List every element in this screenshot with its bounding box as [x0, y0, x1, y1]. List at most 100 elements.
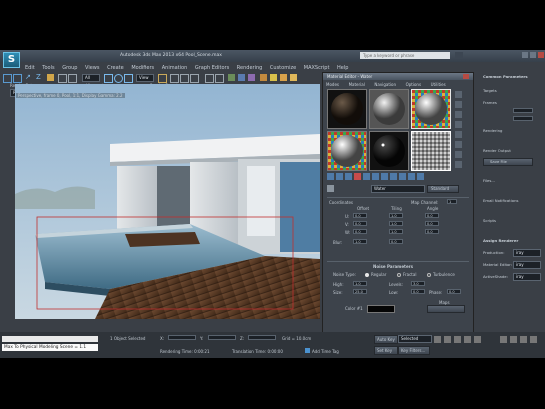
close-icon[interactable]	[538, 52, 544, 58]
curve-editor-icon[interactable]	[238, 74, 245, 81]
tiling-v-spinner[interactable]: 1.0	[389, 221, 403, 226]
phase-spinner[interactable]: 0.0	[447, 289, 461, 294]
maxscript-listener-top[interactable]	[2, 336, 98, 342]
bind-spacewarp-icon[interactable]	[47, 74, 54, 81]
high-spinner[interactable]: 1.0	[353, 281, 367, 286]
angle-v-spinner[interactable]: 0.0	[425, 221, 439, 226]
coordinates-header[interactable]: Coordinates	[329, 200, 353, 205]
material-slot-6-noise[interactable]	[411, 131, 451, 171]
make-preview-icon[interactable]	[455, 141, 462, 148]
menu-customize[interactable]: Customize	[270, 64, 296, 72]
low-spinner[interactable]: 0.0	[411, 289, 425, 294]
z-coordinate-field[interactable]	[248, 335, 276, 340]
size-spinner[interactable]: 25.0	[353, 289, 367, 294]
material-slot-4[interactable]	[327, 131, 367, 171]
close-icon[interactable]	[463, 74, 469, 79]
mated-menu-modes[interactable]: Modes	[326, 82, 339, 87]
selection-filter-dropdown[interactable]: All	[82, 74, 100, 82]
menu-modifiers[interactable]: Modifiers	[131, 64, 154, 72]
background-icon[interactable]	[455, 111, 462, 118]
x-coordinate-field[interactable]	[168, 335, 196, 340]
material-editor-icon[interactable]	[260, 74, 267, 81]
show-map-icon[interactable]	[390, 173, 397, 180]
set-key-button[interactable]: Set Key	[374, 346, 398, 355]
offset-w-spinner[interactable]: 0.0	[353, 229, 367, 234]
search-icon[interactable]	[455, 52, 463, 59]
zoom-icon[interactable]	[500, 336, 507, 343]
panel-item-assign-renderer[interactable]: Assign Renderer	[483, 238, 518, 243]
panel-item-render-output[interactable]: Render Output	[483, 148, 511, 153]
angle-u-spinner[interactable]: 0.0	[425, 213, 439, 218]
minimize-button[interactable]	[522, 52, 528, 58]
menu-maxscript[interactable]: MAXScript	[304, 64, 330, 72]
app-logo[interactable]: S	[3, 52, 20, 68]
panel-item-targets[interactable]: Targets	[483, 88, 497, 93]
material-editor-title[interactable]: Material Editor - Water	[323, 73, 473, 80]
menu-rendering[interactable]: Rendering	[237, 64, 263, 72]
menu-edit[interactable]: Edit	[25, 64, 35, 72]
y-coordinate-field[interactable]	[208, 335, 236, 340]
make-unique-icon[interactable]	[363, 173, 370, 180]
zoom-all-icon[interactable]	[510, 336, 517, 343]
map-channel-spinner[interactable]: 1	[447, 199, 457, 204]
put-material-icon[interactable]	[336, 173, 343, 180]
selected-dropdown[interactable]: Selected	[398, 335, 432, 343]
go-to-parent-icon[interactable]	[408, 173, 415, 180]
mated-menu-navigation[interactable]: Navigation	[374, 82, 396, 87]
uv-tiling-icon[interactable]	[455, 121, 462, 128]
layer-manager-icon[interactable]	[228, 74, 235, 81]
next-frame-icon[interactable]	[464, 336, 471, 343]
noise-regular-radio[interactable]	[365, 273, 369, 277]
mated-menu-material[interactable]: Material	[349, 82, 365, 87]
video-color-check-icon[interactable]	[455, 131, 462, 138]
tiling-w-spinner[interactable]: 1.0	[389, 229, 403, 234]
tiling-u-spinner[interactable]: 1.0	[389, 213, 403, 218]
maximize-button[interactable]	[530, 52, 536, 58]
material-id-icon[interactable]	[381, 173, 388, 180]
menu-help[interactable]: Help	[337, 64, 348, 72]
menu-graph-editors[interactable]: Graph Editors	[195, 64, 229, 72]
render-icon[interactable]	[290, 74, 297, 81]
material-editor-renderer-field[interactable]: iray	[513, 261, 541, 269]
assign-material-icon[interactable]	[345, 173, 352, 180]
options-icon[interactable]	[455, 151, 462, 158]
material-type-button[interactable]: Standard	[427, 185, 459, 193]
auto-key-button[interactable]: Auto Key	[374, 335, 398, 344]
select-link-icon[interactable]: ↗	[25, 74, 32, 81]
material-slot-2[interactable]	[369, 89, 409, 129]
backlight-icon[interactable]	[455, 101, 462, 108]
panel-item-files[interactable]: Files...	[483, 178, 495, 183]
reference-coordinate-dropdown[interactable]: View	[136, 74, 154, 82]
angle-w-spinner[interactable]: 0.0	[425, 229, 439, 234]
sample-type-icon[interactable]	[455, 91, 462, 98]
material-slot-1[interactable]	[327, 89, 367, 129]
menu-group[interactable]: Group	[62, 64, 77, 72]
offset-u-spinner[interactable]: 0.0	[353, 213, 367, 218]
orbit-icon[interactable]	[530, 336, 537, 343]
go-to-start-icon[interactable]	[434, 336, 441, 343]
previous-frame-icon[interactable]	[444, 336, 451, 343]
maxscript-listener[interactable]: Max To Physical Modeling Scene = 1.1	[2, 344, 98, 351]
reset-map-icon[interactable]	[354, 173, 361, 180]
color1-swatch[interactable]	[367, 305, 395, 313]
material-slot-5[interactable]	[369, 131, 409, 171]
put-to-library-icon[interactable]	[372, 173, 379, 180]
levels-spinner[interactable]: 3.0	[411, 281, 425, 286]
noise-turbulence-radio[interactable]	[427, 273, 431, 277]
pan-icon[interactable]	[520, 336, 527, 343]
menu-animation[interactable]: Animation	[162, 64, 188, 72]
activeshade-renderer-field[interactable]: iray	[513, 273, 541, 281]
go-forward-sibling-icon[interactable]	[417, 173, 424, 180]
show-end-result-icon[interactable]	[399, 173, 406, 180]
render-setup-icon[interactable]	[270, 74, 277, 81]
noise-parameters-header[interactable]: Noise Parameters	[373, 264, 413, 269]
menu-create[interactable]: Create	[107, 64, 124, 72]
blur-offset-spinner[interactable]: 0.0	[389, 239, 403, 244]
pick-material-icon[interactable]	[327, 185, 334, 192]
blur-spinner[interactable]: 1.0	[353, 239, 367, 244]
key-filters-button[interactable]: Key Filters...	[398, 346, 430, 355]
panel-item-scripts[interactable]: Scripts	[483, 218, 496, 223]
noise-fractal-radio[interactable]	[397, 273, 401, 277]
frames-field[interactable]	[513, 108, 533, 113]
offset-v-spinner[interactable]: 0.0	[353, 221, 367, 226]
